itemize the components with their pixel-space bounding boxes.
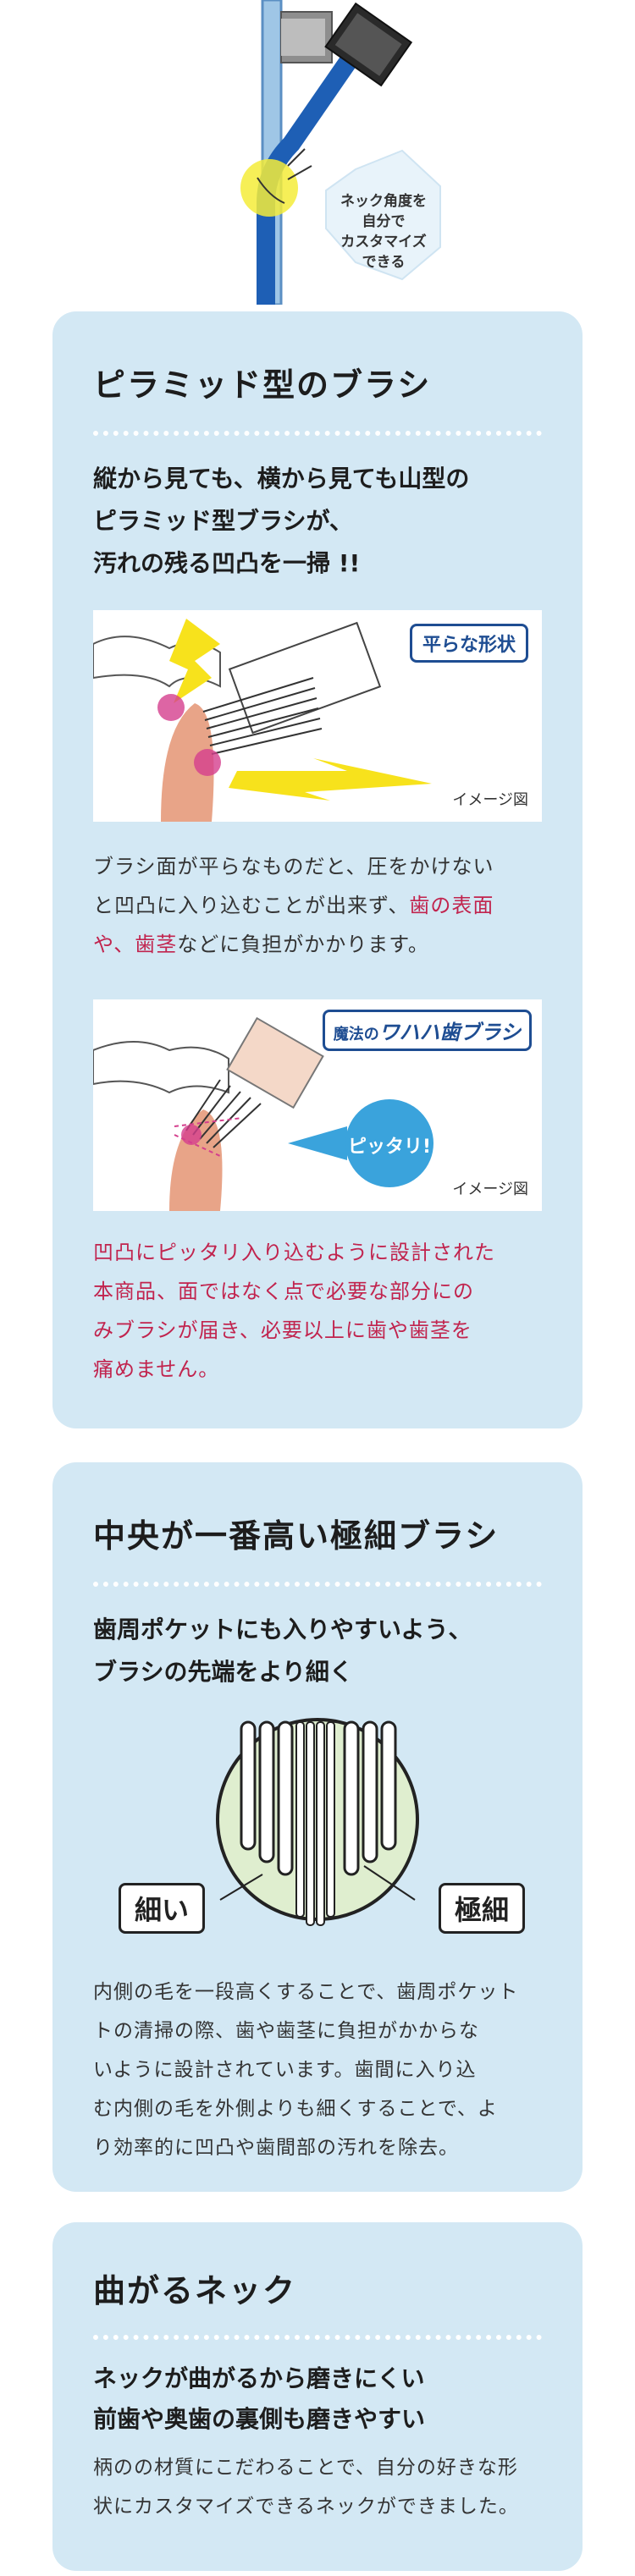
hero-illustration: ネック角度を 自分で カスタマイズ できる <box>0 0 635 314</box>
lead-line: 歯周ポケットにも入りやすいよう、 <box>93 1616 472 1643</box>
tag-prefix: 魔法の <box>333 1026 379 1043</box>
bendable-neck-card: 曲がるネック ネックが曲がるから磨きにくい 前歯や奥歯の裏側も磨きやすい 柄のの… <box>52 2222 583 2571</box>
section-title: 中央が一番高い極細ブラシ <box>93 1517 500 1555</box>
body-line: り効率的に凹凸や歯間部の汚れを除去。 <box>93 2137 459 2159</box>
toothbrush-neck-illustration <box>240 0 441 314</box>
section-lead: ネックが曲がるから磨きにくい 前歯や奥歯の裏側も磨きやすい <box>93 2359 542 2440</box>
dotted-divider <box>93 1582 542 1587</box>
bristle-diagram: 細い 極細 <box>93 1705 542 1959</box>
neck-description: 柄のの材質にこだわることで、自分の好きな形 状にカスタマイズできるネックができま… <box>93 2448 542 2526</box>
lead-line: ネックが曲がるから磨きにくい <box>93 2364 425 2392</box>
image-caption: イメージ図 <box>452 791 528 809</box>
flat-brush-figure: 平らな形状 イメージ図 <box>93 610 542 822</box>
wahaha-brush-tag: 魔法のワハハ歯ブラシ <box>322 1010 532 1051</box>
body-line: と凹凸に入り込むことが出来ず、歯の表面 <box>93 894 494 917</box>
body-line: 状にカスタマイズできるネックができました。 <box>93 2496 519 2518</box>
body-line: みブラシが届き、必要以上に歯や歯茎を <box>93 1318 472 1342</box>
wahaha-brush-figure: 魔法のワハハ歯ブラシ ピッタリ! イメージ図 <box>93 999 542 1211</box>
flat-brush-description: ブラシ面が平らなものだと、圧をかけない と凹凸に入り込むことが出来ず、歯の表面 … <box>93 847 542 964</box>
section-title: 曲がるネック <box>93 2272 297 2309</box>
bubble-line: 自分で <box>362 213 406 230</box>
lead-line: 縦から見ても、横から見ても山型の <box>93 465 470 493</box>
body-line: 柄のの材質にこだわることで、自分の好きな形 <box>93 2457 518 2479</box>
ultra-fine-brush-card: 中央が一番高い極細ブラシ 歯周ポケットにも入りやすいよう、 ブラシの先端をより細… <box>52 1462 583 2192</box>
body-line: いように設計されています。歯間に入り込 <box>93 2059 477 2081</box>
tag-main: ワハハ歯ブラシ <box>378 1021 521 1044</box>
fit-bubble: ピッタリ! <box>347 1137 432 1158</box>
body-line: や、歯茎などに負担がかかります。 <box>93 933 429 956</box>
lead-line: 汚れの残る凹凸を一掃 !! <box>93 549 361 577</box>
bubble-line: できる <box>362 254 406 271</box>
body-line: 痛めません。 <box>93 1357 220 1381</box>
lead-line: ピラミッド型ブラシが、 <box>93 507 353 535</box>
body-line: ブラシ面が平らなものだと、圧をかけない <box>93 855 494 878</box>
section-title: ピラミッド型のブラシ <box>93 366 432 404</box>
pyramid-brush-card: ピラミッド型のブラシ 縦から見ても、横から見ても山型の ピラミッド型ブラシが、 … <box>52 311 583 1428</box>
bubble-line: ネック角度を <box>340 193 427 210</box>
neck-bubble-text: ネック角度を 自分で カスタマイズ できる <box>329 191 439 272</box>
body-line: 凹凸にピッタリ入り込むように設計された <box>93 1241 495 1264</box>
lead-line: 前歯や奥歯の裏側も磨きやすい <box>93 2405 426 2433</box>
section-lead: 縦から見ても、横から見ても山型の ピラミッド型ブラシが、 汚れの残る凹凸を一掃 … <box>93 458 542 585</box>
bubble-line: カスタマイズ <box>340 234 427 250</box>
lead-line: ブラシの先端をより細く <box>93 1658 353 1686</box>
label-ultra-fine: 極細 <box>438 1883 525 1934</box>
label-thin: 細い <box>119 1883 206 1934</box>
pyramid-brush-description: 凹凸にピッタリ入り込むように設計された 本商品、面ではなく点で必要な部分にの み… <box>93 1233 542 1389</box>
dotted-divider <box>93 431 542 436</box>
body-line: む内側の毛を外側よりも細くすることで、よ <box>93 2098 498 2120</box>
dotted-divider <box>93 2335 542 2340</box>
ultra-fine-description: 内側の毛を一段高くすることで、歯周ポケット トの清掃の際、歯や歯茎に負担がかから… <box>93 1973 542 2167</box>
section-lead: 歯周ポケットにも入りやすいよう、 ブラシの先端をより細く <box>93 1609 542 1693</box>
body-line: 内側の毛を一段高くすることで、歯周ポケット <box>93 1981 519 2003</box>
image-caption: イメージ図 <box>452 1181 528 1198</box>
highlight-text: 歯の表面 <box>409 894 494 917</box>
body-line: トの清掃の際、歯や歯茎に負担がかからな <box>93 2020 479 2042</box>
flat-shape-tag: 平らな形状 <box>409 624 528 663</box>
highlight-text: や、歯茎 <box>93 933 178 956</box>
body-line: 本商品、面ではなく点で必要な部分にの <box>93 1280 474 1303</box>
